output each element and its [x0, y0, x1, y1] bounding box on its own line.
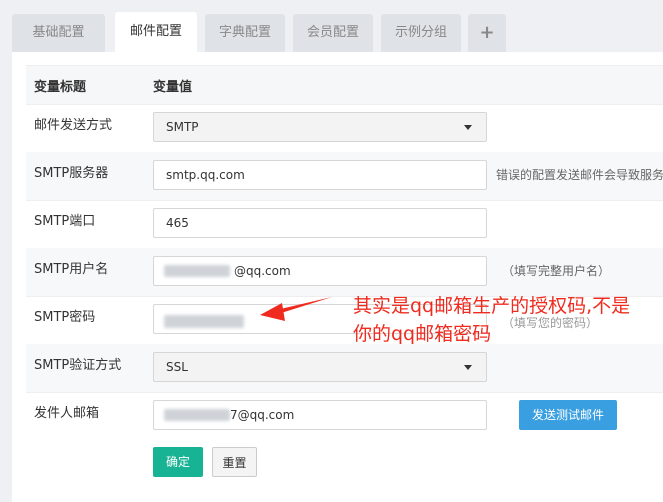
annotation-arrow-icon — [260, 297, 332, 321]
annotation-line-2: 你的qq邮箱密码 — [353, 323, 492, 345]
annotation-line-1: 其实是qq邮箱生产的授权码,不是 — [353, 295, 631, 317]
annotation-note: 其实是qq邮箱生产的授权码,不是 你的qq邮箱密码 — [353, 292, 663, 348]
